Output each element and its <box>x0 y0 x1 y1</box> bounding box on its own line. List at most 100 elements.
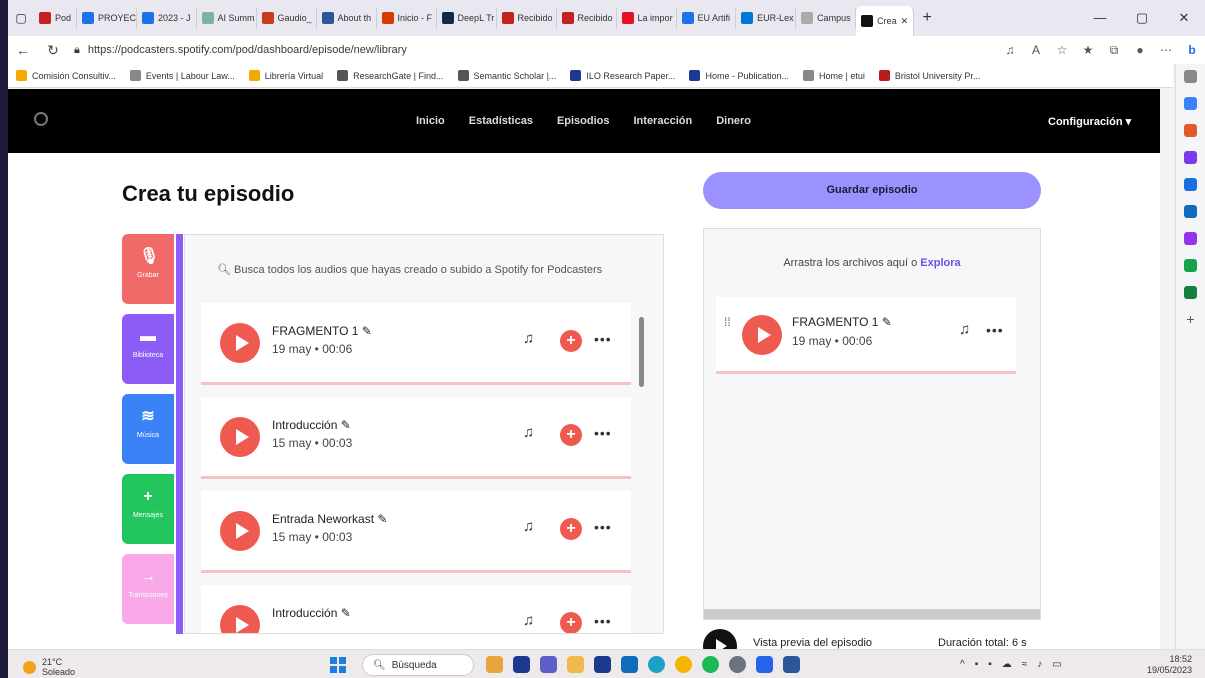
shopping-icon[interactable] <box>1184 97 1197 110</box>
back-button[interactable]: ← <box>8 42 38 58</box>
add-icon[interactable]: + <box>1184 312 1197 326</box>
tool-transiciones[interactable]: → Transiciones <box>122 554 174 624</box>
new-tab-button[interactable]: + <box>914 9 940 27</box>
designer-icon[interactable] <box>1184 232 1197 245</box>
read-aloud-icon[interactable]: A <box>1023 43 1049 57</box>
browser-tab[interactable]: About th <box>317 7 377 29</box>
more-options-icon[interactable]: ••• <box>986 322 1004 338</box>
drop-area-scrollbar[interactable] <box>704 609 1040 619</box>
save-episode-button[interactable]: Guardar episodio <box>703 172 1041 209</box>
browser-tab[interactable]: Recibido <box>557 7 617 29</box>
close-window-button[interactable]: ✕ <box>1163 0 1205 36</box>
mail-icon[interactable] <box>621 656 638 673</box>
music-note-icon[interactable]: ♫ <box>959 321 970 338</box>
browser-tab[interactable]: Pod <box>34 7 78 29</box>
word-icon[interactable] <box>783 656 800 673</box>
close-tab-icon[interactable]: ✕ <box>901 16 909 27</box>
library-item[interactable]: Introducción ✎ ♫ + ••• <box>201 585 631 633</box>
settings-icon[interactable] <box>729 656 746 673</box>
outlook-icon[interactable] <box>1184 205 1197 218</box>
nav-link[interactable]: Interacción <box>634 115 693 127</box>
preview-play-button[interactable] <box>703 629 737 649</box>
app-icon[interactable] <box>540 656 557 673</box>
more-options-icon[interactable]: ••• <box>594 613 612 629</box>
play-button[interactable] <box>220 605 260 633</box>
cloud-icon[interactable]: ☁ <box>1002 659 1012 670</box>
browser-tab[interactable]: Recibido <box>497 7 557 29</box>
bookmark[interactable]: Events | Labour Law... <box>129 70 235 81</box>
add-button[interactable]: + <box>560 612 582 633</box>
music-note-icon[interactable]: ♫ <box>523 424 534 441</box>
clock[interactable]: 18:52 19/05/2023 <box>1147 654 1192 676</box>
bookmark[interactable]: Home - Publication... <box>689 70 789 81</box>
more-options-icon[interactable]: ••• <box>594 519 612 535</box>
tree-icon[interactable] <box>1184 286 1197 299</box>
play-button[interactable] <box>220 417 260 457</box>
library-item[interactable]: Introducción ✎ 15 may • 00:03 ♫ + ••• <box>201 397 631 479</box>
library-item[interactable]: Entrada Neworkast ✎ 15 may • 00:03 ♫ + ••• <box>201 491 631 573</box>
add-button[interactable]: + <box>560 330 582 352</box>
browser-tab[interactable]: AI Summ <box>197 7 257 29</box>
bing-icon[interactable]: b <box>1179 43 1205 57</box>
more-options-icon[interactable]: ••• <box>594 425 612 441</box>
bookmark[interactable]: Bristol University Pr... <box>878 70 980 81</box>
weather-widget[interactable]: 21°C Soleado <box>23 657 75 677</box>
tray-icon[interactable]: ▪ <box>975 659 979 670</box>
refresh-button[interactable]: ↻ <box>38 42 68 59</box>
tool-biblioteca[interactable]: ▬ Biblioteca <box>122 314 174 384</box>
volume-icon[interactable]: ♪ <box>1037 659 1042 670</box>
browser-tab[interactable]: EU Artifi <box>677 7 737 29</box>
app-icon[interactable] <box>756 656 773 673</box>
browser-tab[interactable]: Inicio - F <box>377 7 437 29</box>
browser-tab[interactable]: Campus <box>796 7 857 29</box>
battery-icon[interactable]: ▭ <box>1052 659 1061 670</box>
bookmark[interactable]: ResearchGate | Find... <box>337 70 444 81</box>
folder-icon[interactable] <box>567 656 584 673</box>
games-icon[interactable] <box>1184 151 1197 164</box>
collections-icon[interactable]: ⧉ <box>1101 43 1127 58</box>
play-button[interactable] <box>220 511 260 551</box>
play-button[interactable] <box>220 323 260 363</box>
tool-música[interactable]: ≋ Música <box>122 394 174 464</box>
tool-mensajes[interactable]: + Mensajes <box>122 474 174 544</box>
profile-avatar[interactable]: ● <box>1127 43 1153 57</box>
tool-grabar[interactable]: 🎙︎ Grabar <box>122 234 174 304</box>
browser-tab[interactable]: PROYECT <box>77 7 138 29</box>
nav-link[interactable]: Dinero <box>716 115 751 127</box>
tray-icon[interactable]: ▪ <box>988 659 992 670</box>
url-field[interactable]: 🔒︎ https://podcasters.spotify.com/pod/da… <box>74 39 997 61</box>
drop-icon[interactable] <box>1184 259 1197 272</box>
more-options-icon[interactable]: ••• <box>594 331 612 347</box>
browser-tab[interactable]: La impor <box>617 7 677 29</box>
wifi-icon[interactable]: ≈ <box>1022 659 1028 670</box>
add-button[interactable]: + <box>560 424 582 446</box>
library-search[interactable]: 🔍︎ Busca todos los audios que hayas crea… <box>217 263 602 276</box>
search-icon[interactable] <box>1184 70 1197 83</box>
more-icon[interactable]: ⋯ <box>1153 43 1179 57</box>
taskbar-search[interactable]: 🔍︎ Búsqueda <box>362 654 474 676</box>
spotify-icon[interactable] <box>702 656 719 673</box>
office-icon[interactable] <box>1184 178 1197 191</box>
nav-link[interactable]: Estadísticas <box>469 115 533 127</box>
bookmark[interactable]: Comisión Consultiv... <box>16 70 116 81</box>
music-note-icon[interactable]: ♫ <box>523 612 534 629</box>
nav-link[interactable]: Episodios <box>557 115 610 127</box>
drag-handle-icon[interactable]: ⁞⁞ <box>724 316 734 328</box>
library-item[interactable]: FRAGMENTO 1 ✎ 19 may • 00:06 ♫ + ••• <box>201 303 631 385</box>
chevron-up-icon[interactable]: ^ <box>960 659 965 670</box>
settings-menu[interactable]: Configuración ▾ <box>1048 115 1131 128</box>
edge-icon[interactable] <box>648 656 665 673</box>
library-scrollbar[interactable] <box>639 317 644 387</box>
tools-icon[interactable] <box>1184 124 1197 137</box>
browser-tab[interactable]: Gaudio_ <box>257 7 317 29</box>
episode-segment[interactable]: ⁞⁞ FRAGMENTO 1 ✎ 19 may • 00:06 ♫ ••• <box>716 297 1016 374</box>
favorites-icon[interactable]: ★ <box>1075 43 1101 57</box>
browser-tab[interactable]: DeepL Tr <box>437 7 497 29</box>
app-icon[interactable] <box>486 656 503 673</box>
app-icon[interactable] <box>513 656 530 673</box>
bookmark[interactable]: Librería Virtual <box>248 70 323 81</box>
page-scrollbar[interactable] <box>1160 89 1161 649</box>
nav-link[interactable]: Inicio <box>416 115 445 127</box>
music-note-icon[interactable]: ♫ <box>523 330 534 347</box>
episode-drop-area[interactable]: Arrastra los archivos aquí o Explora ⁞⁞ … <box>703 228 1041 620</box>
